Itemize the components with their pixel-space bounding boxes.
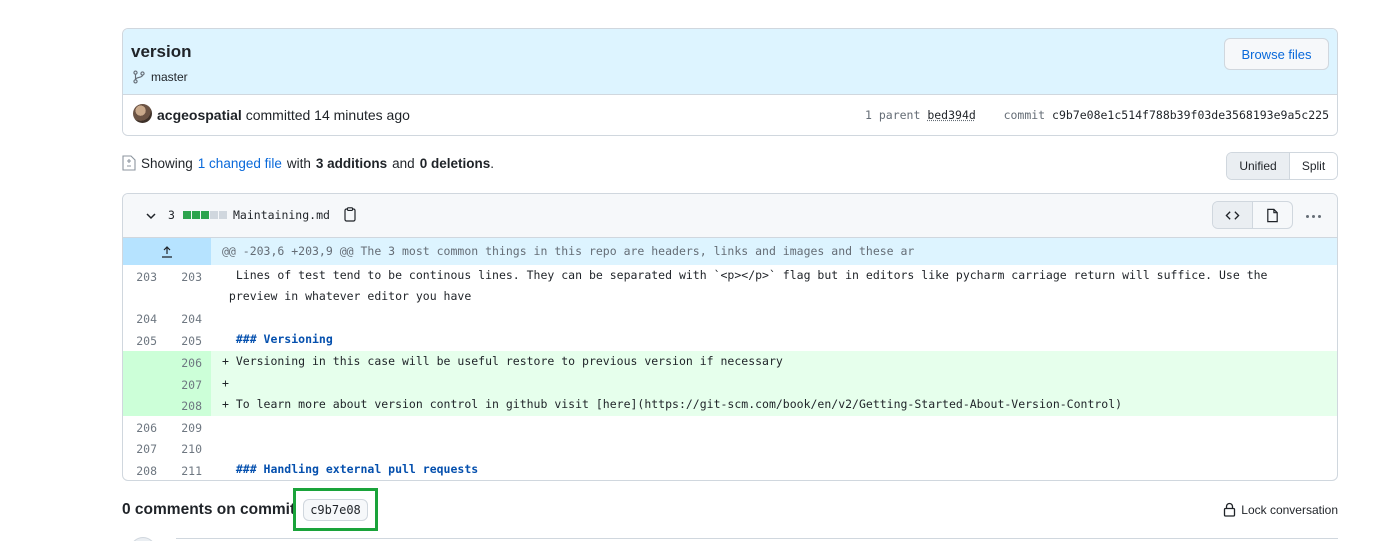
lock-conversation-button[interactable]: Lock conversation xyxy=(1223,502,1338,517)
context-line: 205 205 ### Versioning xyxy=(123,329,1337,351)
new-line-number[interactable]: 208 xyxy=(172,399,202,413)
context-line: 204 204 xyxy=(123,307,1337,329)
diff-view-toggle: Unified Split xyxy=(1226,152,1338,180)
comment-avatar xyxy=(130,537,156,541)
diffstat-block xyxy=(210,211,218,219)
commit-title: version xyxy=(131,42,192,61)
expand-up-button[interactable] xyxy=(123,238,211,265)
file-name[interactable]: Maintaining.md xyxy=(233,208,330,222)
old-line-number[interactable]: 203 xyxy=(127,270,157,284)
context-line: 208 211 ### Handling external pull reques… xyxy=(123,459,1337,480)
changed-files-link[interactable]: 1 changed file xyxy=(198,156,282,171)
with-text: with xyxy=(286,155,311,171)
old-line-number[interactable]: 208 xyxy=(127,464,157,478)
old-line-number[interactable]: 204 xyxy=(127,312,157,326)
new-line-number[interactable]: 211 xyxy=(172,464,202,478)
parent-info: 1 parent bed394d xyxy=(865,108,976,122)
old-line-number[interactable]: 205 xyxy=(127,334,157,348)
code-text: + Versioning in this case will be useful… xyxy=(222,354,783,368)
new-line-number[interactable]: 203 xyxy=(172,270,202,284)
file-diff: 3 Maintaining.md @@ -203,6 +203,9 @@ The… xyxy=(122,193,1338,481)
more-options-icon[interactable] xyxy=(1303,206,1323,226)
new-line-number[interactable]: 209 xyxy=(172,421,202,435)
file-diff-icon xyxy=(122,155,136,171)
commit-label: commit xyxy=(1003,108,1046,122)
diff-summary: Showing 1 changed file with 3 additions … xyxy=(122,155,494,171)
showing-text: Showing xyxy=(141,155,193,171)
commit-meta: acgeospatial committed 14 minutes ago 1 … xyxy=(123,95,1337,135)
branch-indicator[interactable]: master xyxy=(132,70,188,84)
context-line: 203 203 Lines of test tend to be continou… xyxy=(123,265,1337,307)
commit-time: committed 14 minutes ago xyxy=(245,107,410,123)
file-header: 3 Maintaining.md xyxy=(123,194,1337,238)
commit-header: version master Browse files acgeospatial… xyxy=(122,28,1338,136)
and-text: and xyxy=(392,155,415,171)
added-line: 208 + To learn more about version control… xyxy=(123,394,1337,416)
old-line-number[interactable]: 206 xyxy=(127,421,157,435)
rich-diff-button[interactable] xyxy=(1253,202,1292,228)
new-line-number[interactable]: 207 xyxy=(172,378,202,392)
file-view-toggle xyxy=(1212,201,1293,229)
old-line-number[interactable]: 207 xyxy=(127,442,157,456)
hunk-header: @@ -203,6 +203,9 @@ The 3 most common th… xyxy=(123,238,1337,265)
diffstat-block xyxy=(192,211,200,219)
additions-count: 3 additions xyxy=(315,155,388,171)
lock-label: Lock conversation xyxy=(1241,502,1338,517)
hunk-header-text: @@ -203,6 +203,9 @@ The 3 most common th… xyxy=(222,244,915,258)
file-icon xyxy=(1267,208,1278,222)
copy-icon[interactable] xyxy=(343,207,357,222)
comment-box-edge xyxy=(176,538,1338,539)
code-icon xyxy=(1225,210,1240,220)
summary-end: . xyxy=(490,155,494,171)
code-text: ### Versioning xyxy=(222,332,333,346)
expand-up-icon xyxy=(162,245,172,258)
new-line-number[interactable]: 206 xyxy=(172,356,202,370)
diffstat-block xyxy=(201,211,209,219)
deletions-count: 0 deletions xyxy=(419,155,491,171)
new-line-number[interactable]: 204 xyxy=(172,312,202,326)
new-line-number[interactable]: 205 xyxy=(172,334,202,348)
author-link[interactable]: acgeospatial xyxy=(157,107,242,123)
added-line: 207 + xyxy=(123,373,1337,394)
commit-author-line: acgeospatial committed 14 minutes ago xyxy=(157,107,410,123)
added-line: 206 + Versioning in this case will be use… xyxy=(123,351,1337,373)
short-sha[interactable]: c9b7e08 xyxy=(303,498,368,521)
source-diff-button[interactable] xyxy=(1213,202,1253,228)
commit-sha-info: commit c9b7e08e1c514f788b39f03de3568193e… xyxy=(1004,108,1329,122)
chevron-down-icon[interactable] xyxy=(144,209,158,223)
new-line-number[interactable]: 210 xyxy=(172,442,202,456)
context-line: 207 210 xyxy=(123,437,1337,459)
branch-name: master xyxy=(151,70,188,84)
browse-files-button[interactable]: Browse files xyxy=(1224,38,1329,70)
unified-button[interactable]: Unified xyxy=(1227,153,1290,179)
short-sha-highlight: c9b7e08 xyxy=(293,488,378,531)
diffstat-block xyxy=(183,211,191,219)
commit-title-bar: version master Browse files xyxy=(123,29,1337,95)
code-text: + To learn more about version control in… xyxy=(222,397,1123,411)
parent-sha-link[interactable]: bed394d xyxy=(927,108,975,122)
code-text: + xyxy=(222,376,236,390)
git-branch-icon xyxy=(133,70,145,84)
lock-icon xyxy=(1224,502,1236,517)
diffstat xyxy=(183,211,227,219)
change-count: 3 xyxy=(168,208,175,222)
parent-label: 1 parent xyxy=(865,108,921,122)
split-button[interactable]: Split xyxy=(1290,153,1337,179)
avatar[interactable] xyxy=(133,104,152,123)
code-text: Lines of test tend to be continous lines… xyxy=(228,268,1268,303)
code-text: ### Handling external pull requests xyxy=(222,462,479,476)
commit-sha: c9b7e08e1c514f788b39f03de3568193e9a5c225 xyxy=(1052,108,1329,122)
comments-heading: 0 comments on commit xyxy=(122,501,296,518)
context-line: 206 209 xyxy=(123,416,1337,437)
diffstat-block xyxy=(219,211,227,219)
